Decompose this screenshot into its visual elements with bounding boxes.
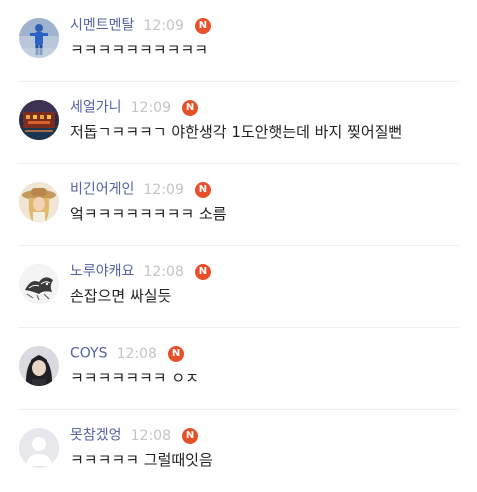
comment-item: 세얼가니 12:09 N 저돕ㄱㅋㅋㅋㄱ 야한생각 1도안햇는데 바지 찢어질뻔 <box>0 82 477 164</box>
comment-nickname[interactable]: COYS <box>70 346 107 362</box>
comment-item: COYS 12:08 N ㅋㅋㅋㅋㅋㅋㅋ ㅇㅈ <box>0 328 477 410</box>
comment-meta: 세얼가니 12:09 N <box>70 97 199 117</box>
comment-item: 노루야캐요 12:08 N 손잡으면 싸실듯 <box>0 246 477 328</box>
comment-nickname[interactable]: 비긴어게인 <box>70 182 134 198</box>
night-building-avatar[interactable] <box>19 100 59 140</box>
new-badge-icon: N <box>182 99 199 116</box>
new-badge-icon: N <box>194 263 211 280</box>
dark-hair-avatar[interactable] <box>19 346 59 386</box>
comment-text: ㅋㅋㅋㅋㅋㅋㅋ ㅇㅈ <box>70 369 199 387</box>
comment-time: 12:08 <box>116 345 157 362</box>
sketch-animal-avatar[interactable] <box>19 264 59 304</box>
comment-nickname[interactable]: 시멘트멘탈 <box>70 18 134 34</box>
comment-nickname[interactable]: 세얼가니 <box>70 100 122 116</box>
new-badge-icon: N <box>194 181 211 198</box>
comment-time: 12:09 <box>143 181 184 198</box>
new-badge-icon: N <box>182 427 199 444</box>
comment-text: ㅋㅋㅋㅋㅋㅋㅋㅋㅋㅋ <box>70 41 209 59</box>
comment-meta: 시멘트멘탈 12:09 N <box>70 15 211 35</box>
comment-meta: 노루야캐요 12:08 N <box>70 261 211 281</box>
new-badge-icon: N <box>168 345 185 362</box>
comment-time: 12:09 <box>143 17 184 34</box>
comment-text: 엌ㅋㅋㅋㅋㅋㅋㅋㅋ 소름 <box>70 205 227 223</box>
comment-nickname[interactable]: 못참겠엉 <box>70 428 122 444</box>
comment-text: ㅋㅋㅋㅋㅋ 그럴때잇음 <box>70 451 213 469</box>
comment-meta: COYS 12:08 N <box>70 343 185 363</box>
comment-meta: 못참겠엉 12:08 N <box>70 425 199 445</box>
comment-item: 시멘트멘탈 12:09 N ㅋㅋㅋㅋㅋㅋㅋㅋㅋㅋ <box>0 0 477 82</box>
comment-item: 못참겠엉 12:08 N ㅋㅋㅋㅋㅋ 그럴때잇음 <box>0 410 477 492</box>
comment-text: 저돕ㄱㅋㅋㅋㄱ 야한생각 1도안햇는데 바지 찢어질뻔 <box>70 123 403 141</box>
comment-text: 손잡으면 싸실듯 <box>70 287 172 305</box>
comment-nickname[interactable]: 노루야캐요 <box>70 264 134 280</box>
default-user-avatar[interactable] <box>19 428 59 468</box>
comment-time: 12:08 <box>143 263 184 280</box>
blue-figure-avatar[interactable] <box>19 18 59 58</box>
comment-item: 비긴어게인 12:09 N 엌ㅋㅋㅋㅋㅋㅋㅋㅋ 소름 <box>0 164 477 246</box>
comment-time: 12:09 <box>130 99 171 116</box>
comment-meta: 비긴어게인 12:09 N <box>70 179 211 199</box>
new-badge-icon: N <box>194 17 211 34</box>
comment-time: 12:08 <box>130 427 171 444</box>
hat-girl-avatar[interactable] <box>19 182 59 222</box>
comment-list: 시멘트멘탈 12:09 N ㅋㅋㅋㅋㅋㅋㅋㅋㅋㅋ 세얼가니 12:09 N 저돕… <box>0 0 477 486</box>
